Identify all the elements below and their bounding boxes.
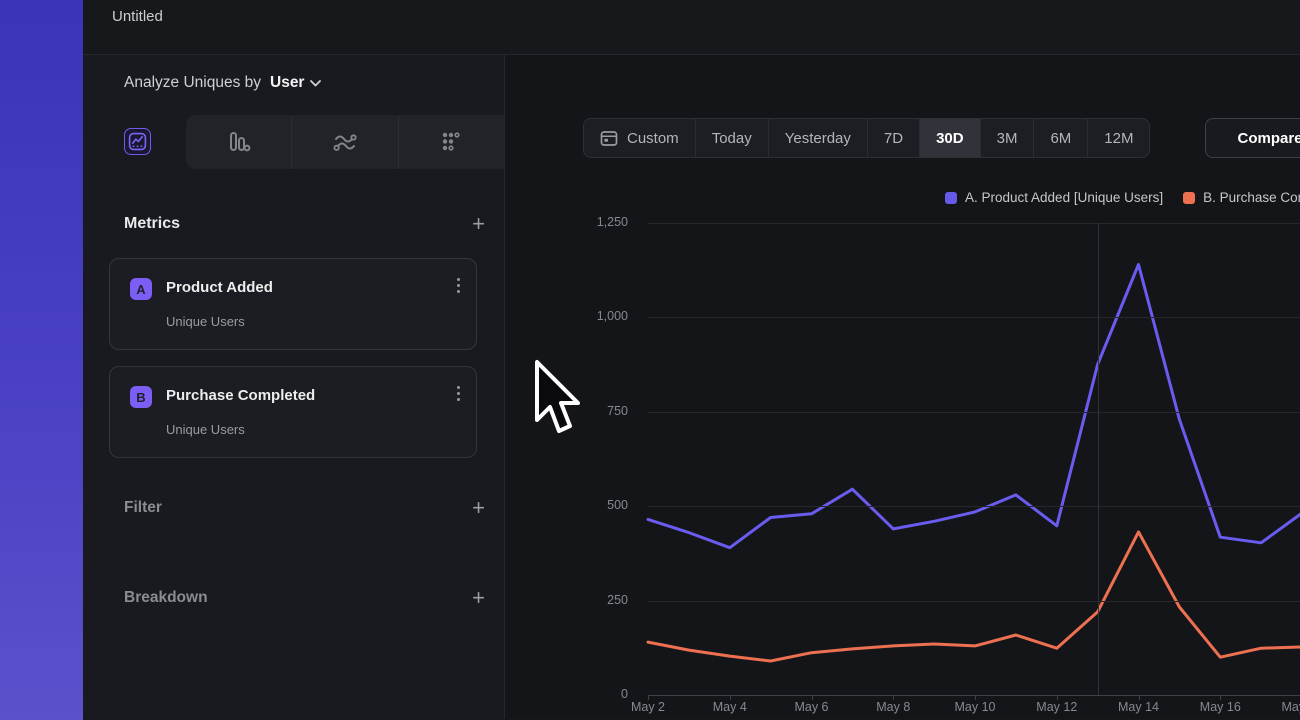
- top-bar: Untitled: [83, 0, 1300, 55]
- metric-subtitle: Unique Users: [166, 314, 245, 329]
- y-tick-label: 250: [560, 593, 628, 607]
- x-tick-mark: [975, 695, 976, 700]
- legend-item-b[interactable]: B. Purchase Completed [Unique Users]: [1183, 190, 1300, 205]
- date-range-group: Custom Today Yesterday 7D 30D 3M 6M 12M: [583, 118, 1150, 158]
- metrics-title: Metrics: [124, 215, 180, 233]
- range-3m[interactable]: 3M: [980, 119, 1034, 157]
- metric-name: Purchase Completed: [166, 387, 315, 404]
- analyze-by-value: User: [270, 74, 304, 92]
- legend-swatch-b: [1183, 192, 1195, 204]
- x-tick-mark: [893, 695, 894, 700]
- gridline: [648, 223, 1300, 224]
- x-tick-mark: [1220, 695, 1221, 700]
- range-6m[interactable]: 6M: [1033, 119, 1087, 157]
- plot-area[interactable]: [648, 223, 1300, 695]
- filter-section-header: Filter +: [124, 499, 485, 517]
- legend-swatch-a: [945, 192, 957, 204]
- x-tick-label: May 14: [1104, 700, 1174, 714]
- x-tick-label: May 6: [777, 700, 847, 714]
- add-breakdown-button[interactable]: +: [472, 589, 485, 607]
- chart-panel: Custom Today Yesterday 7D 30D 3M 6M 12M …: [505, 55, 1300, 719]
- gridline: [648, 506, 1300, 507]
- range-12m[interactable]: 12M: [1087, 119, 1149, 157]
- x-tick-label: May 12: [1022, 700, 1092, 714]
- gridline: [648, 317, 1300, 318]
- x-tick-label: May 16: [1185, 700, 1255, 714]
- compare-button[interactable]: Compare: [1205, 118, 1300, 158]
- background-gradient: [0, 0, 83, 720]
- range-custom[interactable]: Custom: [584, 119, 695, 157]
- x-tick-mark: [730, 695, 731, 700]
- flow-chart-icon: [332, 129, 358, 155]
- x-tick-mark: [812, 695, 813, 700]
- x-tick-mark: [1139, 695, 1140, 700]
- y-tick-label: 1,250: [560, 215, 628, 229]
- add-metric-button[interactable]: +: [472, 215, 485, 233]
- legend-item-a[interactable]: A. Product Added [Unique Users]: [945, 190, 1163, 205]
- breakdown-title: Breakdown: [124, 589, 208, 607]
- add-filter-button[interactable]: +: [472, 499, 485, 517]
- query-sidebar: Analyze Uniques by User: [83, 55, 505, 719]
- range-30d[interactable]: 30D: [919, 119, 980, 157]
- metric-badge-b: B: [130, 386, 152, 408]
- analyze-by-row: Analyze Uniques by User: [124, 74, 321, 92]
- series-lines: [648, 223, 1300, 695]
- metric-menu-icon[interactable]: [457, 386, 460, 401]
- y-tick-label: 500: [560, 498, 628, 512]
- range-today[interactable]: Today: [695, 119, 768, 157]
- chart-type-bar[interactable]: [186, 115, 291, 169]
- chart-legend: A. Product Added [Unique Users] B. Purch…: [945, 190, 1300, 205]
- line-chart-icon: [128, 132, 147, 151]
- chevron-down-icon: [310, 80, 321, 87]
- chart-type-tabs: [186, 115, 504, 169]
- metrics-section-header: Metrics +: [124, 215, 485, 233]
- funnel-dots-icon: [438, 129, 464, 155]
- y-tick-label: 750: [560, 404, 628, 418]
- calendar-icon: [600, 129, 618, 147]
- series-line-b: [648, 532, 1300, 661]
- report-title[interactable]: Untitled: [83, 0, 1300, 25]
- gridline: [648, 412, 1300, 413]
- y-tick-label: 0: [560, 687, 628, 701]
- breakdown-section-header: Breakdown +: [124, 589, 485, 607]
- x-tick-label: May 4: [695, 700, 765, 714]
- filter-title: Filter: [124, 499, 162, 517]
- x-tick-label: May 8: [858, 700, 928, 714]
- metric-name: Product Added: [166, 279, 273, 296]
- chart-type-funnel[interactable]: [398, 115, 504, 169]
- metric-badge-a: A: [130, 278, 152, 300]
- gridline: [648, 695, 1300, 696]
- metric-card-b[interactable]: B Purchase Completed Unique Users: [109, 366, 477, 458]
- chart-type-line-selected[interactable]: [124, 128, 151, 155]
- metric-card-a[interactable]: A Product Added Unique Users: [109, 258, 477, 350]
- range-7d[interactable]: 7D: [867, 119, 919, 157]
- vertical-gridline: [1098, 223, 1099, 695]
- gridline: [648, 601, 1300, 602]
- x-tick-label: May 2: [613, 700, 683, 714]
- metric-subtitle: Unique Users: [166, 422, 245, 437]
- range-yesterday[interactable]: Yesterday: [768, 119, 867, 157]
- bar-chart-icon: [226, 129, 252, 155]
- chart-type-flow[interactable]: [291, 115, 397, 169]
- analyze-by-label: Analyze Uniques by: [124, 74, 261, 92]
- app-window: Untitled Analyze Uniques by User: [83, 0, 1300, 720]
- x-tick-label: May 18: [1267, 700, 1300, 714]
- y-tick-label: 1,000: [560, 309, 628, 323]
- x-tick-mark: [1057, 695, 1058, 700]
- metric-menu-icon[interactable]: [457, 278, 460, 293]
- x-tick-label: May 10: [940, 700, 1010, 714]
- analyze-by-selector[interactable]: User: [270, 74, 321, 92]
- x-tick-mark: [648, 695, 649, 700]
